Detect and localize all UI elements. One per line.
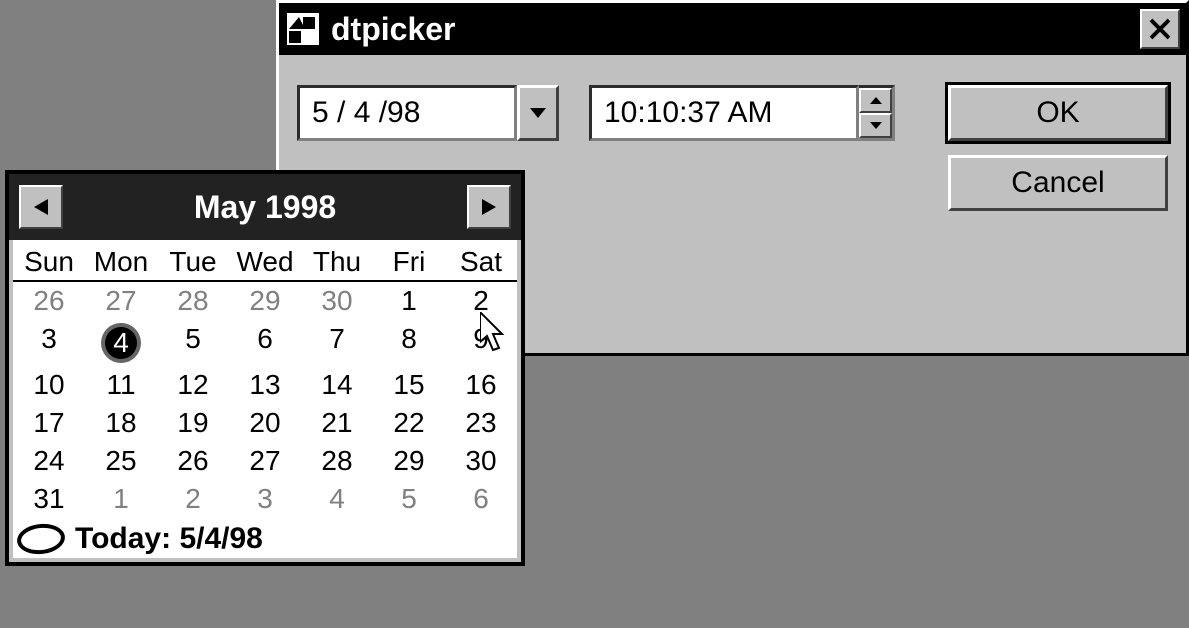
time-picker-field: 10:10:37 AM <box>589 85 895 141</box>
app-icon <box>285 11 321 47</box>
triangle-left-icon <box>34 199 48 215</box>
calendar-prev-button[interactable] <box>19 185 63 229</box>
calendar-day[interactable]: 30 <box>445 442 517 480</box>
calendar-month-title[interactable]: May 1998 <box>63 189 467 226</box>
chevron-up-icon <box>870 97 882 104</box>
calendar-day[interactable]: 4 <box>85 320 157 366</box>
calendar-day[interactable]: 18 <box>85 404 157 442</box>
calendar-day[interactable]: 29 <box>229 282 301 320</box>
titlebar[interactable]: dtpicker <box>279 3 1186 55</box>
calendar-day[interactable]: 26 <box>13 282 85 320</box>
calendar-day[interactable]: 29 <box>373 442 445 480</box>
calendar-day[interactable]: 11 <box>85 366 157 404</box>
calendar-day[interactable]: 10 <box>13 366 85 404</box>
date-picker-field: 5 / 4 /98 <box>297 85 559 141</box>
calendar-day[interactable]: 21 <box>301 404 373 442</box>
calendar-day[interactable]: 22 <box>373 404 445 442</box>
calendar-day-header: Sun <box>13 242 85 282</box>
calendar-day[interactable]: 2 <box>445 282 517 320</box>
calendar-day[interactable]: 23 <box>445 404 517 442</box>
calendar-day[interactable]: 3 <box>13 320 85 366</box>
calendar-day-header: Mon <box>85 242 157 282</box>
triangle-right-icon <box>482 199 496 215</box>
calendar-day-header: Sat <box>445 242 517 282</box>
calendar-day[interactable]: 28 <box>301 442 373 480</box>
date-input[interactable]: 5 / 4 /98 <box>297 85 517 141</box>
calendar-day[interactable]: 24 <box>13 442 85 480</box>
calendar-day[interactable]: 6 <box>445 480 517 518</box>
calendar-day[interactable]: 9 <box>445 320 517 366</box>
today-label: Today: 5/4/98 <box>75 522 263 556</box>
calendar-day[interactable]: 26 <box>157 442 229 480</box>
calendar-next-button[interactable] <box>467 185 511 229</box>
calendar-day[interactable]: 1 <box>85 480 157 518</box>
calendar-day[interactable]: 20 <box>229 404 301 442</box>
calendar-day[interactable]: 3 <box>229 480 301 518</box>
calendar-day[interactable]: 7 <box>301 320 373 366</box>
calendar-day[interactable]: 15 <box>373 366 445 404</box>
calendar-day[interactable]: 19 <box>157 404 229 442</box>
calendar-day[interactable]: 25 <box>85 442 157 480</box>
calendar-grid: SunMonTueWedThuFriSat2627282930123456789… <box>9 240 521 518</box>
calendar-footer[interactable]: Today: 5/4/98 <box>9 518 521 562</box>
time-spinner <box>859 85 895 141</box>
today-circle-icon <box>16 522 67 557</box>
calendar-popup: May 1998 SunMonTueWedThuFriSat2627282930… <box>5 170 525 566</box>
time-spin-up[interactable] <box>859 88 892 113</box>
ok-button[interactable]: OK <box>948 85 1168 141</box>
calendar-day[interactable]: 27 <box>229 442 301 480</box>
calendar-day[interactable]: 14 <box>301 366 373 404</box>
calendar-day-header: Wed <box>229 242 301 282</box>
cancel-button[interactable]: Cancel <box>948 155 1168 211</box>
chevron-down-icon <box>870 122 882 129</box>
calendar-day[interactable]: 12 <box>157 366 229 404</box>
calendar-day[interactable]: 16 <box>445 366 517 404</box>
calendar-day[interactable]: 8 <box>373 320 445 366</box>
window-title: dtpicker <box>331 11 1140 48</box>
chevron-down-icon <box>530 108 546 118</box>
calendar-day[interactable]: 2 <box>157 480 229 518</box>
calendar-day[interactable]: 6 <box>229 320 301 366</box>
calendar-header: May 1998 <box>9 174 521 240</box>
date-dropdown-button[interactable] <box>517 85 559 141</box>
close-icon <box>1149 18 1171 40</box>
calendar-day[interactable]: 4 <box>301 480 373 518</box>
calendar-day-header: Fri <box>373 242 445 282</box>
close-button[interactable] <box>1140 9 1180 49</box>
time-input[interactable]: 10:10:37 AM <box>589 85 859 141</box>
time-spin-down[interactable] <box>859 113 892 138</box>
calendar-day[interactable]: 31 <box>13 480 85 518</box>
calendar-day-header: Tue <box>157 242 229 282</box>
calendar-day[interactable]: 30 <box>301 282 373 320</box>
calendar-day[interactable]: 5 <box>157 320 229 366</box>
calendar-day-header: Thu <box>301 242 373 282</box>
calendar-day[interactable]: 27 <box>85 282 157 320</box>
calendar-day[interactable]: 1 <box>373 282 445 320</box>
calendar-day[interactable]: 13 <box>229 366 301 404</box>
calendar-day[interactable]: 28 <box>157 282 229 320</box>
calendar-day[interactable]: 17 <box>13 404 85 442</box>
calendar-day[interactable]: 5 <box>373 480 445 518</box>
